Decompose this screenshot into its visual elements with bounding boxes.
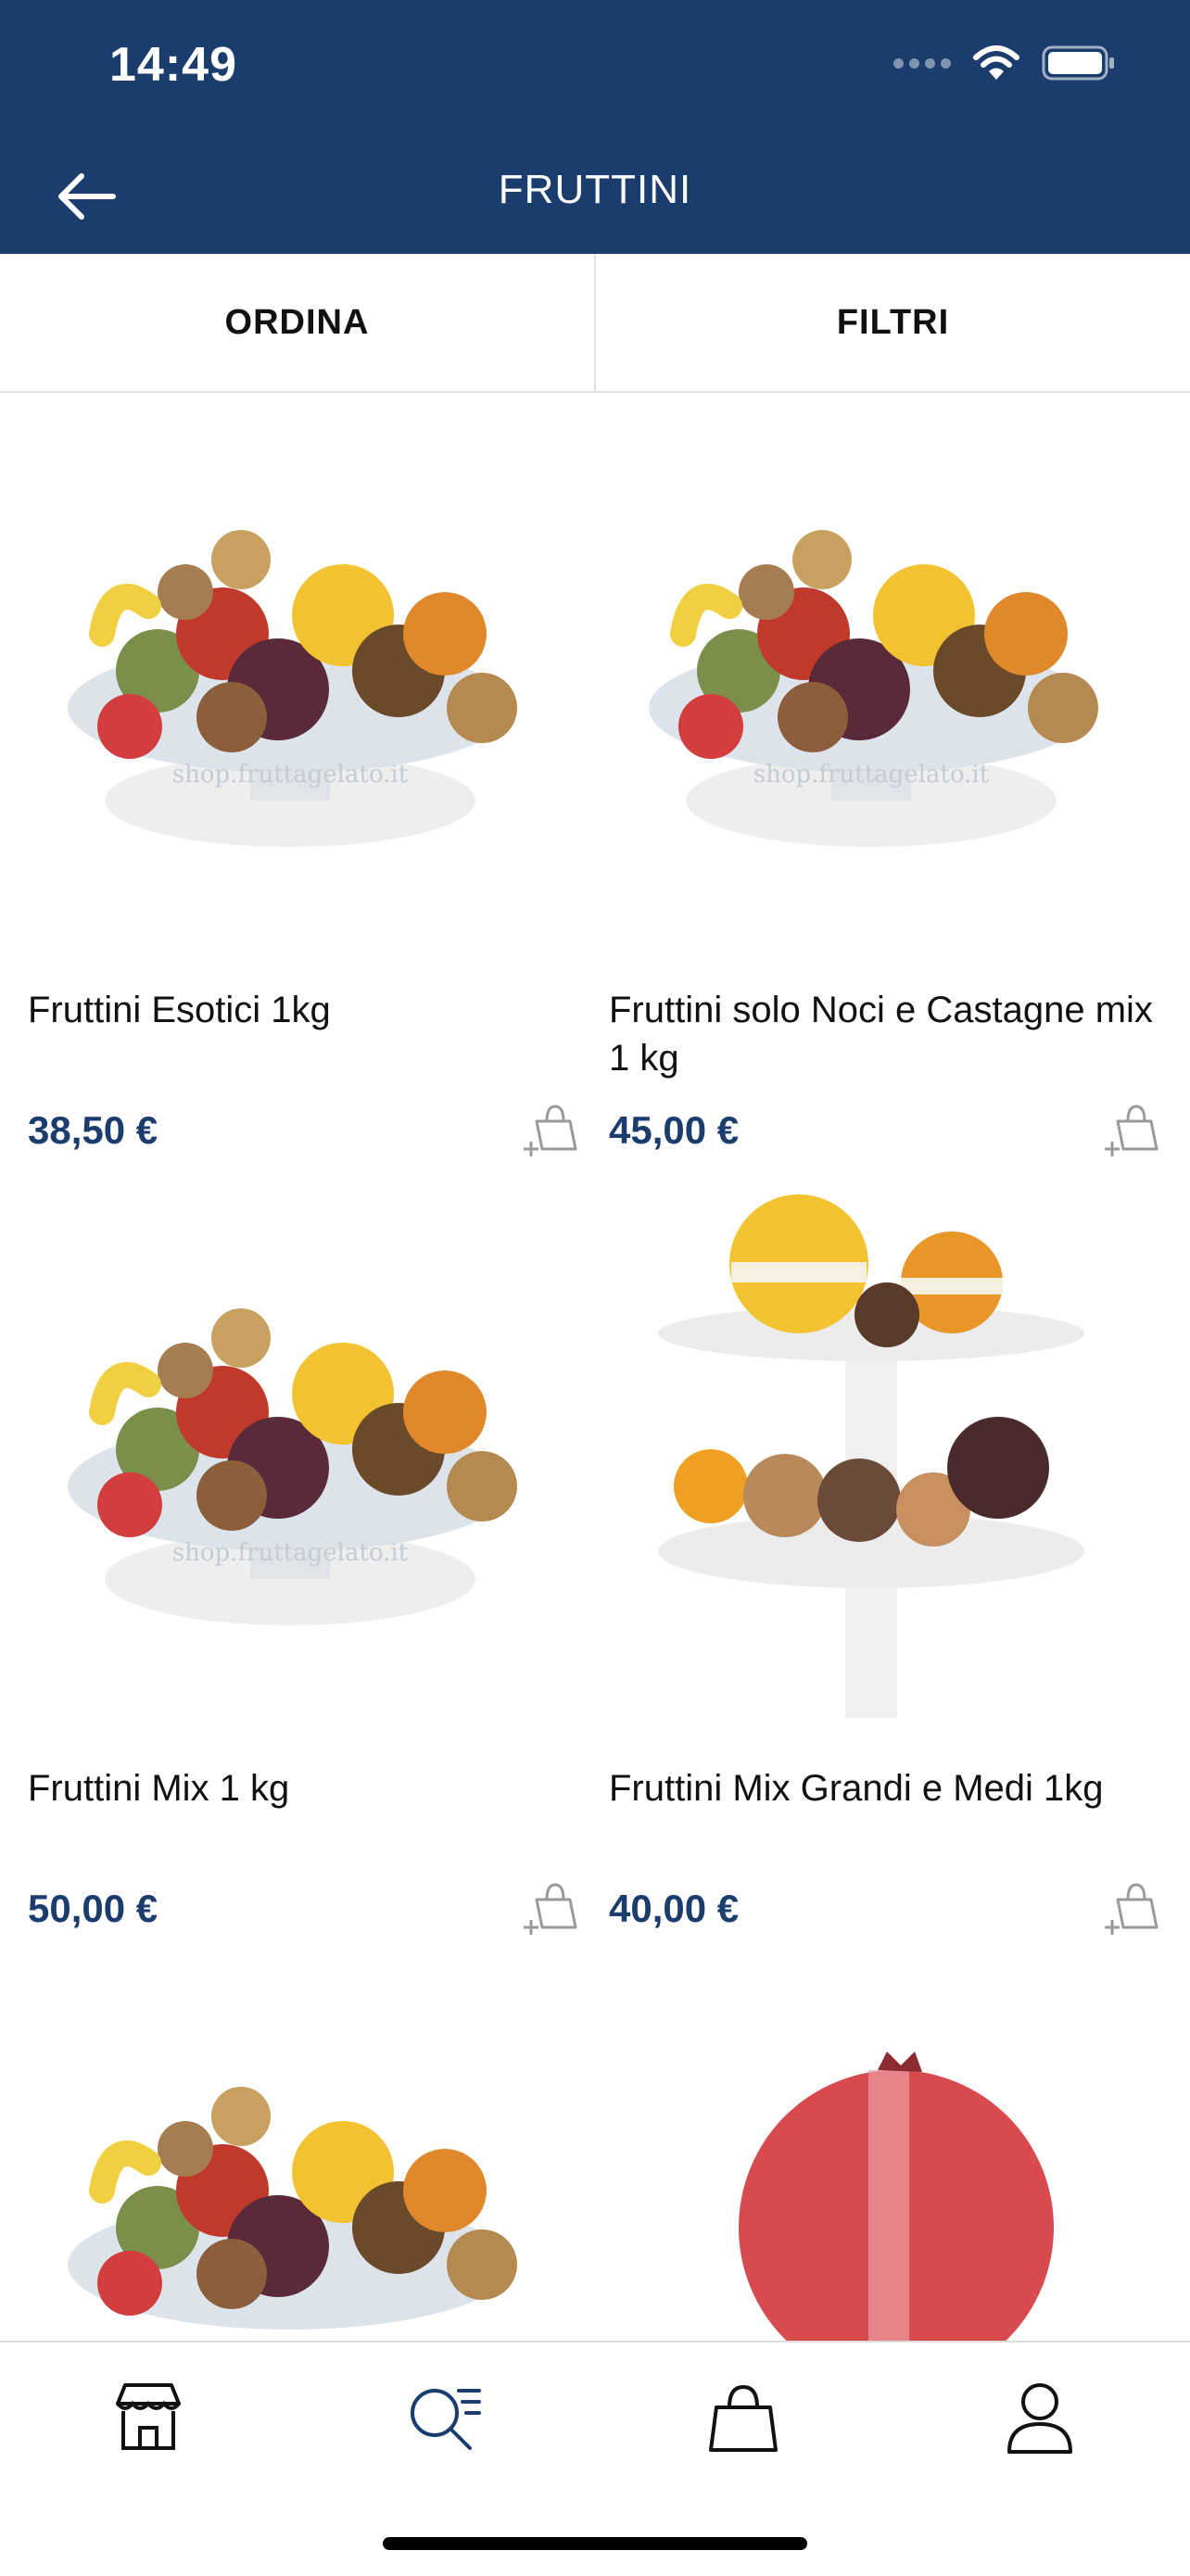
product-card[interactable]: shop.fruttagelato.it Fruttini solo Noci … <box>581 393 1162 1171</box>
add-to-cart-icon[interactable] <box>1101 1097 1162 1158</box>
product-image-fruit-stand[interactable] <box>581 1171 1162 1718</box>
home-indicator <box>383 2537 807 2550</box>
add-to-cart-icon[interactable] <box>520 1875 581 1937</box>
product-price: 50,00 € <box>28 1887 158 1930</box>
status-time: 14:49 <box>109 38 237 92</box>
filter-button[interactable]: FILTRI <box>596 254 1190 391</box>
search-list-icon[interactable] <box>403 2376 487 2459</box>
product-image-fruit-bowl[interactable]: shop.fruttagelato.it <box>581 393 1162 940</box>
svg-text:shop.fruttagelato.it: shop.fruttagelato.it <box>172 1539 409 1567</box>
product-card[interactable]: shop.fruttagelato.it Fruttini Mix 1 kg 5… <box>0 1171 581 1950</box>
battery-icon <box>1042 45 1114 81</box>
product-card[interactable]: shop.fruttagelato.it Fruttini Esotici 1k… <box>0 393 581 1171</box>
svg-text:shop.fruttagelato.it: shop.fruttagelato.it <box>172 761 409 789</box>
cellular-icon <box>893 57 951 69</box>
add-to-cart-icon[interactable] <box>520 1097 581 1158</box>
store-icon[interactable] <box>107 2376 190 2459</box>
product-card[interactable] <box>581 1950 1162 2341</box>
product-card[interactable]: Fruttini Mix Grandi e Medi 1kg 40,00 € <box>581 1171 1162 1950</box>
nav-bar: FRUTTINI <box>0 139 1190 254</box>
page-title: FRUTTINI <box>498 167 692 212</box>
product-name[interactable]: Fruttini Esotici 1kg <box>28 986 584 1034</box>
product-image-pomegranate[interactable] <box>581 1950 1162 2341</box>
product-grid: shop.fruttagelato.it Fruttini Esotici 1k… <box>0 393 1190 2341</box>
status-bar: 14:49 <box>0 0 1190 139</box>
product-image-fruit-bowl[interactable]: shop.fruttagelato.it <box>0 1171 581 1718</box>
product-price: 38,50 € <box>28 1108 158 1152</box>
product-card[interactable] <box>0 1950 581 2341</box>
status-icons <box>893 44 1116 82</box>
product-name[interactable]: Fruttini Mix 1 kg <box>28 1764 584 1812</box>
bag-icon[interactable] <box>702 2376 785 2459</box>
product-name[interactable]: Fruttini solo Noci e Castagne mix 1 kg <box>609 986 1165 1082</box>
product-price: 40,00 € <box>609 1887 740 1930</box>
product-price: 45,00 € <box>609 1108 740 1152</box>
add-to-cart-icon[interactable] <box>1101 1875 1162 1937</box>
user-icon[interactable] <box>998 2376 1082 2459</box>
product-image-fruit-bowl[interactable] <box>0 1950 581 2341</box>
product-image-fruit-bowl[interactable]: shop.fruttagelato.it <box>0 393 581 940</box>
sort-button[interactable]: ORDINA <box>0 254 596 391</box>
sort-filter-bar: ORDINA FILTRI <box>0 254 1190 393</box>
product-name[interactable]: Fruttini Mix Grandi e Medi 1kg <box>609 1764 1165 1812</box>
svg-text:shop.fruttagelato.it: shop.fruttagelato.it <box>753 761 990 789</box>
wifi-icon <box>973 45 1019 80</box>
